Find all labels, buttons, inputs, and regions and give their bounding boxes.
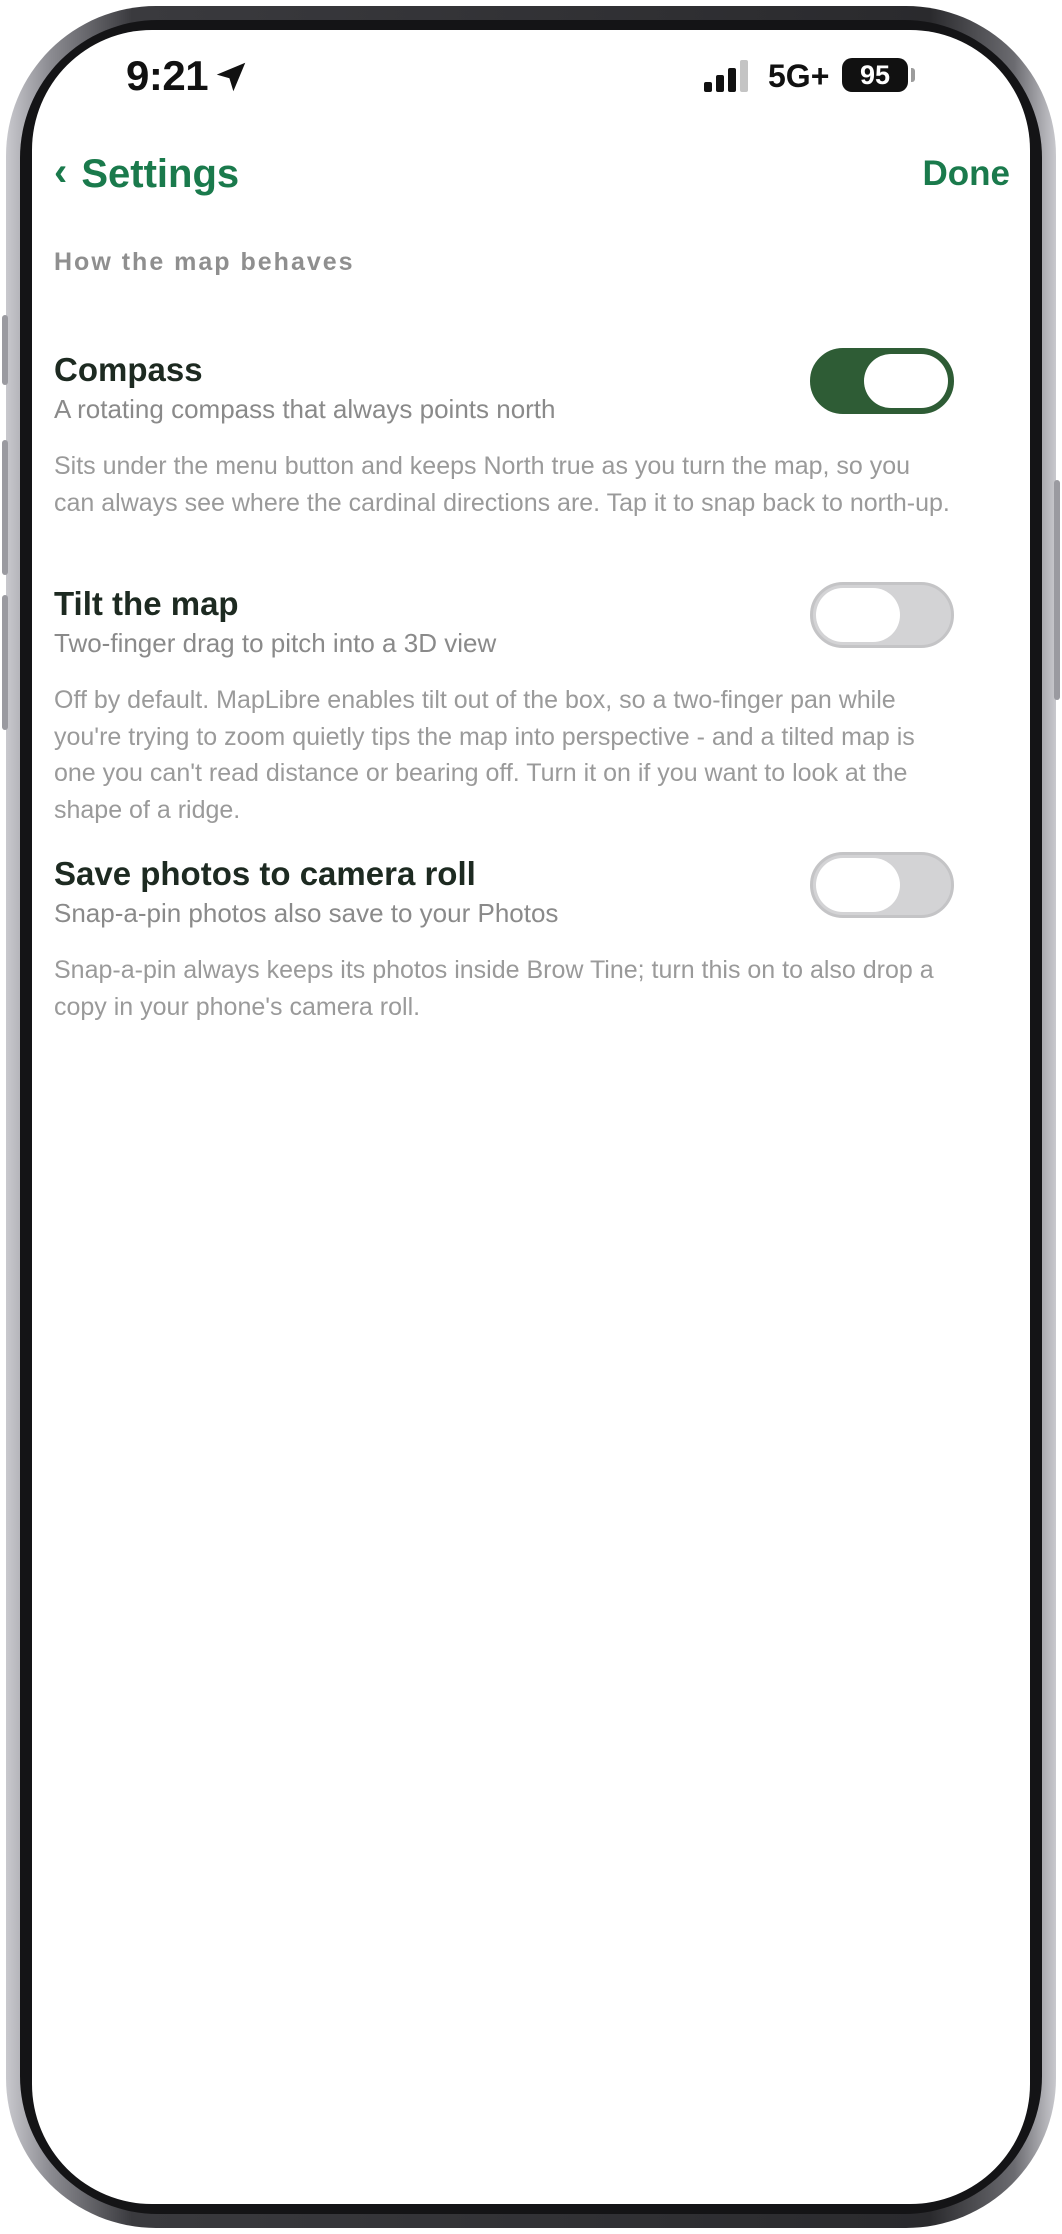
setting-save-photos: Save photos to camera roll Snap-a-pin ph… <box>54 852 954 1025</box>
setting-tilt-map: Tilt the map Two-finger drag to pitch in… <box>54 582 954 828</box>
toggle-knob <box>864 354 948 408</box>
status-time: 9:21 <box>126 52 209 99</box>
toggle-knob <box>816 588 900 642</box>
volume-up-button <box>2 440 8 575</box>
setting-compass: Compass A rotating compass that always p… <box>54 348 954 521</box>
setting-description: Snap-a-pin always keeps its photos insid… <box>54 956 934 1021</box>
save-photos-toggle[interactable] <box>810 852 954 918</box>
back-button-label: Settings <box>81 152 240 196</box>
power-button <box>1054 480 1060 700</box>
battery-indicator: 95 <box>842 58 908 92</box>
chevron-left-icon: ‹ <box>54 150 68 194</box>
tilt-map-toggle[interactable] <box>810 582 954 648</box>
back-button[interactable]: ‹ Settings <box>54 150 240 197</box>
location-arrow-icon <box>216 62 246 92</box>
section-header: How the map behaves <box>54 248 355 276</box>
volume-down-button <box>2 595 8 730</box>
battery-tip <box>911 68 915 82</box>
compass-toggle[interactable] <box>810 348 954 414</box>
setting-description: Sits under the menu button and keeps Nor… <box>54 452 950 517</box>
cellular-signal-icon <box>704 60 748 92</box>
toggle-knob <box>816 858 900 912</box>
network-type: 5G+ <box>768 58 830 94</box>
setting-description: Off by default. MapLibre enables tilt ou… <box>54 686 915 824</box>
action-button <box>2 315 8 385</box>
done-button[interactable]: Done <box>923 154 1011 194</box>
